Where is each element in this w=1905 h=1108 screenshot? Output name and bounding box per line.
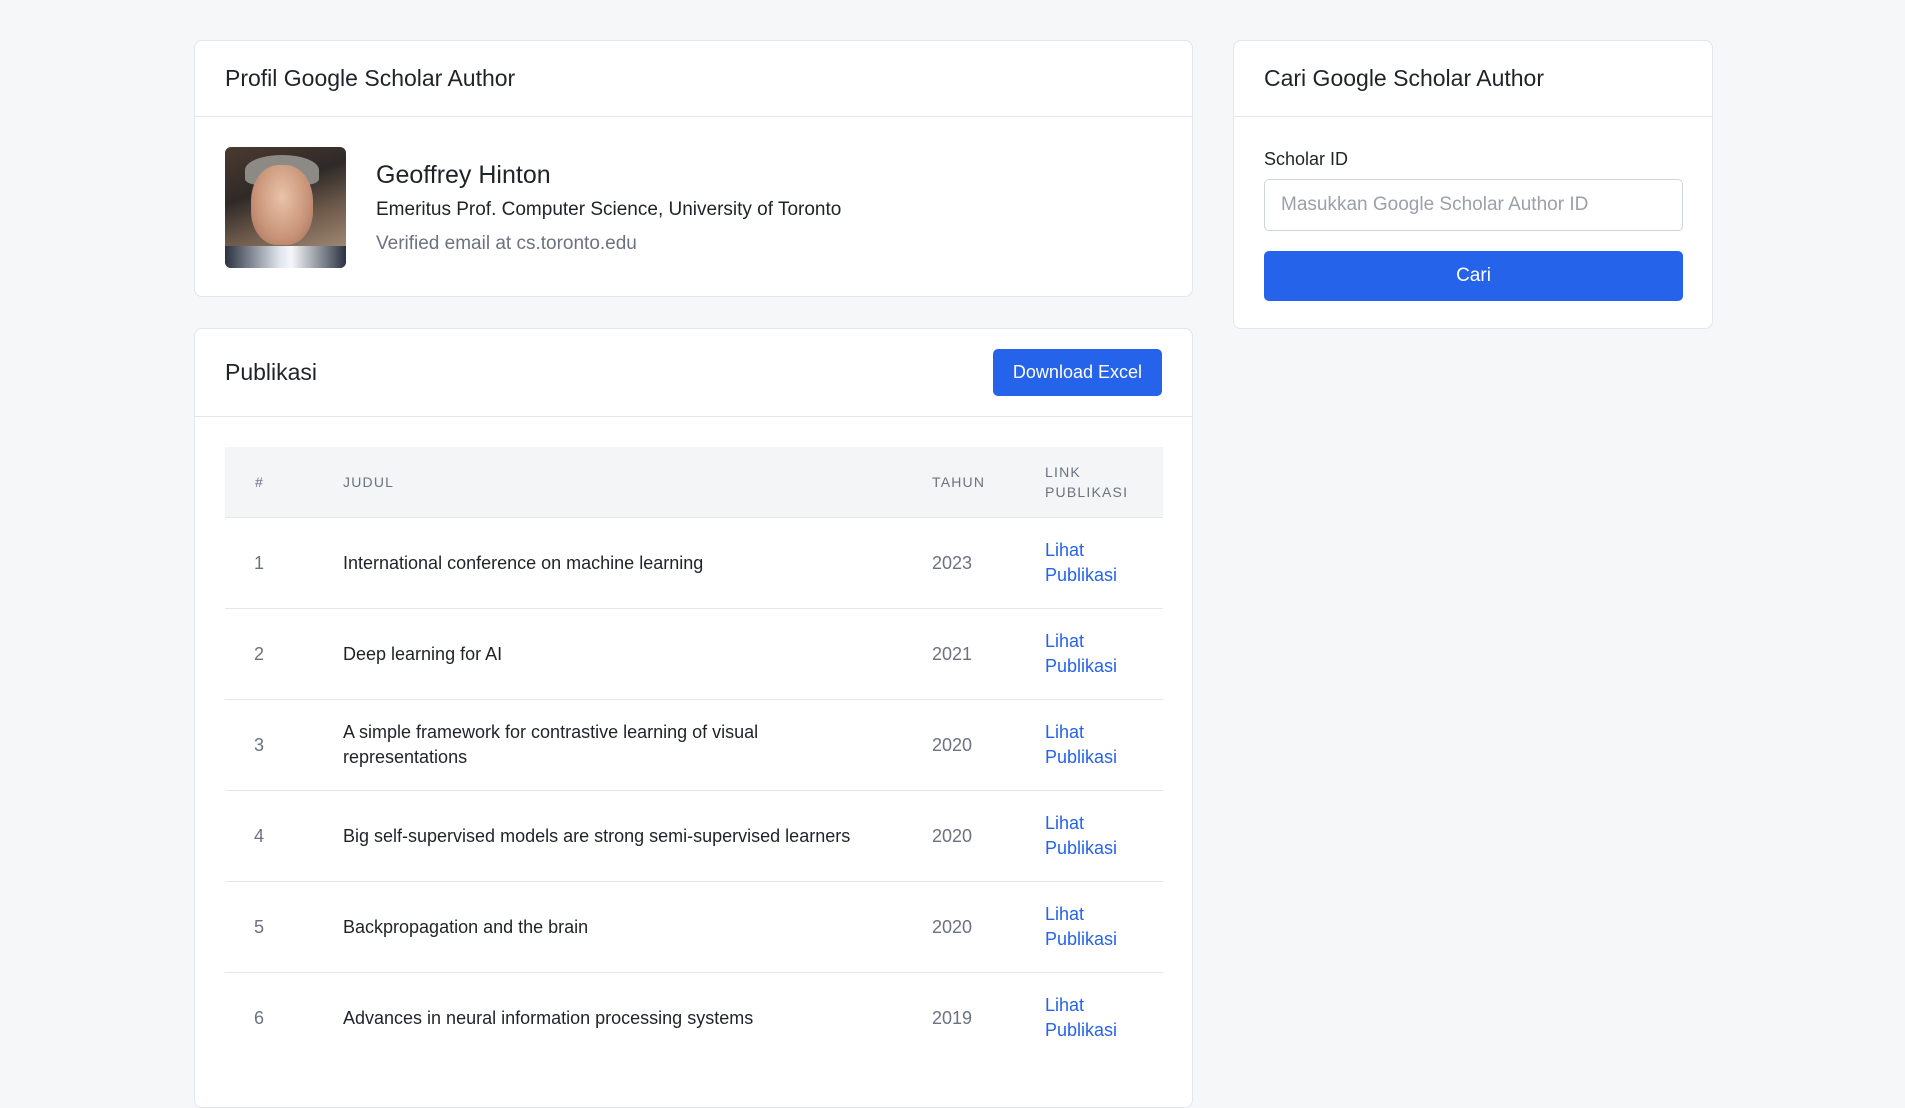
row-year: 2020 (932, 790, 1045, 882)
row-number: 1 (225, 517, 343, 609)
profile-card: Profil Google Scholar Author Geoffrey Hi… (194, 40, 1193, 297)
column-header-link-label: LINK PUBLIKASI (1045, 464, 1129, 500)
row-link-cell: Lihat Publikasi (1045, 608, 1163, 700)
row-number: 2 (225, 608, 343, 700)
publications-title: Publikasi (225, 359, 318, 385)
profile-body: Geoffrey Hinton Emeritus Prof. Computer … (195, 117, 1192, 296)
search-card-title: Cari Google Scholar Author (1264, 65, 1544, 91)
publications-card: Publikasi Download Excel # JUDUL TAHUN L… (194, 328, 1193, 1108)
column-header-link: LINK PUBLIKASI (1045, 447, 1163, 518)
view-publication-link[interactable]: Lihat Publikasi (1045, 811, 1125, 861)
column-header-year: TAHUN (932, 474, 986, 490)
author-affiliation: Emeritus Prof. Computer Science, Univers… (376, 198, 842, 220)
row-number: 4 (225, 790, 343, 882)
row-year: 2020 (932, 699, 1045, 791)
row-year: 2023 (932, 517, 1045, 609)
avatar (225, 147, 346, 268)
row-number: 3 (225, 699, 343, 791)
row-link-cell: Lihat Publikasi (1045, 517, 1163, 609)
table-row: 3 A simple framework for contrastive lea… (225, 699, 1163, 791)
column-header-number: # (255, 474, 264, 490)
publications-table: # JUDUL TAHUN LINK PUBLIKASI 1 Internati… (225, 447, 1163, 1063)
table-row: 1 International conference on machine le… (225, 517, 1163, 609)
column-header-title: JUDUL (343, 474, 395, 490)
row-year: 2019 (932, 972, 1045, 1063)
view-publication-link[interactable]: Lihat Publikasi (1045, 629, 1125, 679)
row-title: A simple framework for contrastive learn… (343, 699, 932, 791)
row-number: 5 (225, 881, 343, 973)
row-title: Advances in neural information processin… (343, 972, 932, 1063)
row-link-cell: Lihat Publikasi (1045, 790, 1163, 882)
publications-header: Publikasi Download Excel (195, 329, 1192, 417)
row-link-cell: Lihat Publikasi (1045, 881, 1163, 973)
row-title: International conference on machine lear… (343, 517, 932, 609)
view-publication-link[interactable]: Lihat Publikasi (1045, 993, 1125, 1043)
scholar-id-input[interactable] (1264, 179, 1683, 231)
profile-card-title: Profil Google Scholar Author (225, 65, 516, 91)
table-row: 5 Backpropagation and the brain 2020 Lih… (225, 881, 1163, 973)
row-title: Big self-supervised models are strong se… (343, 790, 932, 882)
row-link-cell: Lihat Publikasi (1045, 699, 1163, 791)
table-header-row: # JUDUL TAHUN LINK PUBLIKASI (225, 447, 1163, 518)
author-email: Verified email at cs.toronto.edu (376, 232, 637, 254)
search-card-header: Cari Google Scholar Author (1234, 41, 1712, 117)
row-number: 6 (225, 972, 343, 1063)
row-year: 2020 (932, 881, 1045, 973)
scholar-id-label: Scholar ID (1264, 149, 1349, 169)
row-title: Deep learning for AI (343, 608, 932, 700)
row-title: Backpropagation and the brain (343, 881, 932, 973)
download-excel-button[interactable]: Download Excel (992, 349, 1162, 396)
author-name: Geoffrey Hinton (376, 160, 551, 189)
row-year: 2021 (932, 608, 1045, 700)
table-row: 4 Big self-supervised models are strong … (225, 790, 1163, 882)
profile-info: Geoffrey Hinton Emeritus Prof. Computer … (376, 161, 841, 255)
search-button[interactable]: Cari (1264, 251, 1683, 301)
view-publication-link[interactable]: Lihat Publikasi (1045, 538, 1125, 588)
row-link-cell: Lihat Publikasi (1045, 972, 1163, 1063)
table-row: 6 Advances in neural information process… (225, 972, 1163, 1063)
view-publication-link[interactable]: Lihat Publikasi (1045, 902, 1125, 952)
table-row: 2 Deep learning for AI 2021 Lihat Publik… (225, 608, 1163, 700)
search-card: Cari Google Scholar Author Scholar ID Ca… (1233, 40, 1713, 329)
avatar-shirt (225, 246, 346, 268)
profile-card-header: Profil Google Scholar Author (195, 41, 1192, 117)
publications-table-wrap: # JUDUL TAHUN LINK PUBLIKASI 1 Internati… (195, 417, 1192, 1063)
view-publication-link[interactable]: Lihat Publikasi (1045, 720, 1125, 770)
search-body: Scholar ID Cari (1234, 117, 1712, 328)
avatar-face (251, 165, 313, 245)
